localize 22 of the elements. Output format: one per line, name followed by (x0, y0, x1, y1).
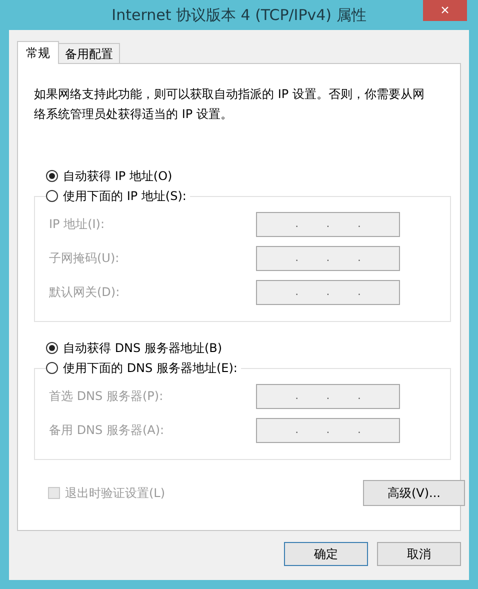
radio-label: 使用下面的 DNS 服务器地址(E): (63, 360, 238, 376)
field-label: 子网掩码(U): (49, 250, 120, 266)
description-text: 如果网络支持此功能，则可以获取自动指派的 IP 设置。否则，你需要从网络系统管理员处获得适当的 IP 设置。 (34, 86, 426, 123)
field-label: 备用 DNS 服务器(A): (49, 422, 164, 438)
radio-button[interactable] (46, 362, 58, 374)
field-label: IP 地址(I): (49, 216, 105, 232)
radio-button[interactable] (46, 170, 58, 182)
close-button[interactable]: × (423, 0, 467, 21)
field-label: 首选 DNS 服务器(P): (49, 388, 164, 404)
tab[interactable]: 备用配置 (58, 43, 120, 63)
advanced-button[interactable]: 高级(V)... (363, 480, 465, 506)
field-label: 默认网关(D): (49, 284, 120, 300)
tab[interactable]: 常规 (17, 41, 59, 64)
radio-label: 自动获得 IP 地址(O) (63, 168, 172, 184)
radio-button[interactable] (46, 342, 58, 354)
window-title: Internet 协议版本 4 (TCP/IPv4) 属性 (112, 6, 366, 24)
dialog-button[interactable]: 取消 (377, 542, 461, 566)
checkbox-label: 退出时验证设置(L) (65, 484, 166, 502)
radio-label: 使用下面的 IP 地址(S): (63, 188, 186, 204)
radio-button[interactable] (46, 190, 58, 202)
dialog-button[interactable]: 确定 (284, 542, 368, 566)
radio-label: 自动获得 DNS 服务器地址(B) (63, 340, 222, 356)
